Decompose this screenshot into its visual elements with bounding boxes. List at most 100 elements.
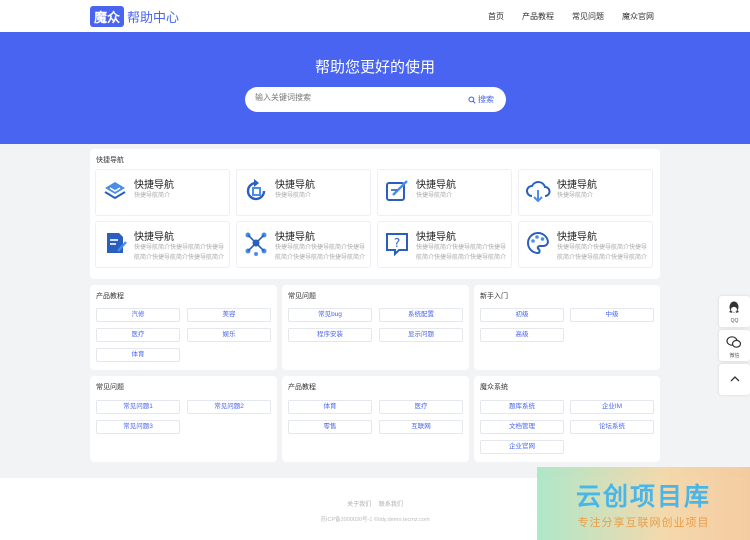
refresh-icon <box>246 179 266 201</box>
wechat-icon <box>726 336 742 348</box>
quick-nav-item-title: 快捷导航 <box>557 180 597 191</box>
quick-nav-item-desc: 快捷导航简介快捷导航简介快捷导航简介快捷导航简介快捷导航简介 <box>557 245 648 261</box>
section-card-system: 魔众系统 题库系统 企业IM 文档管理 论坛系统 企业官网 <box>474 376 660 462</box>
help-icon: ? <box>386 233 408 257</box>
cloud-download-icon <box>526 181 551 203</box>
section-tag[interactable]: 题库系统 <box>480 400 564 414</box>
search-box: 搜索 <box>245 87 506 112</box>
section-tag[interactable]: 系统配置 <box>379 308 463 322</box>
quick-nav-card: 快捷导航 快捷导航 快捷导航简介 快捷导航 快捷导航简介 快捷导航 快捷导航简介… <box>90 149 660 279</box>
quick-nav-item-desc: 快捷导航简介 <box>557 193 594 199</box>
section-title: 魔众系统 <box>480 384 508 391</box>
section-tag[interactable]: 常见问题2 <box>187 400 271 414</box>
quick-nav-item-title: 快捷导航 <box>275 180 315 191</box>
side-tool-wechat[interactable]: 微信 <box>719 330 750 361</box>
logo-text: 帮助中心 <box>127 10 180 25</box>
watermark-overlay: 云创项目库 专注分享互联网创业项目 <box>537 467 750 540</box>
section-tag[interactable]: 文档管理 <box>480 420 564 434</box>
section-tag[interactable]: 初级 <box>480 308 564 322</box>
quick-nav-item[interactable]: 快捷导航 快捷导航简介 <box>518 169 653 216</box>
quick-nav-item-desc: 快捷导航简介 <box>134 193 171 199</box>
search-button-label: 搜索 <box>478 95 494 104</box>
section-tag[interactable]: 常见问题3 <box>96 420 180 434</box>
section-tag[interactable]: 汽修 <box>96 308 180 322</box>
section-card-faq: 常见问题 常见bug 系统配置 程序安装 显示问题 <box>282 285 469 370</box>
section-title: 产品教程 <box>96 293 124 300</box>
section-tag[interactable]: 显示问题 <box>379 328 463 342</box>
nav-item-home[interactable]: 首页 <box>488 11 504 22</box>
section-tag[interactable]: 企业官网 <box>480 440 564 454</box>
section-tag[interactable]: 互联网 <box>379 420 463 434</box>
quick-nav-item[interactable]: 快捷导航 快捷导航简介快捷导航简介快捷导航简介快捷导航简介快捷导航简介 <box>95 221 230 268</box>
nav-item-tutorials[interactable]: 产品教程 <box>522 11 554 22</box>
side-tool-qq[interactable]: QQ <box>719 296 750 327</box>
edit-icon <box>386 180 408 201</box>
svg-text:?: ? <box>394 236 400 250</box>
nav-item-faq[interactable]: 常见问题 <box>572 11 604 22</box>
section-tag[interactable]: 论坛系统 <box>570 420 654 434</box>
footer-link-about[interactable]: 关于我们 <box>347 502 371 508</box>
search-button[interactable]: 搜索 <box>468 94 494 105</box>
footer-link-contact[interactable]: 联系我们 <box>379 502 403 508</box>
section-tag[interactable]: 体育 <box>288 400 372 414</box>
main-nav: 首页 产品教程 常见问题 魔众官网 <box>488 11 654 22</box>
side-tool-wechat-label: 微信 <box>729 353 740 359</box>
back-to-top-button[interactable] <box>719 364 750 395</box>
chevron-up-icon <box>730 376 740 382</box>
section-tag[interactable]: 常见问题1 <box>96 400 180 414</box>
network-icon <box>245 232 267 256</box>
section-tag[interactable]: 医疗 <box>96 328 180 342</box>
section-card-tutorials: 产品教程 汽修 美容 医疗 娱乐 体育 <box>90 285 277 370</box>
section-title: 常见问题 <box>96 384 124 391</box>
quick-nav-item[interactable]: 快捷导航 快捷导航简介 <box>95 169 230 216</box>
quick-nav-item-title: 快捷导航 <box>416 232 456 243</box>
quick-nav-item[interactable]: 快捷导航 快捷导航简介 <box>377 169 512 216</box>
section-title: 常见问题 <box>288 293 316 300</box>
quick-nav-item-desc: 快捷导航简介快捷导航简介快捷导航简介快捷导航简介快捷导航简介 <box>416 245 507 261</box>
palette-icon <box>527 231 550 255</box>
section-title: 新手入门 <box>480 293 508 300</box>
quick-nav-item-title: 快捷导航 <box>134 180 174 191</box>
section-tag[interactable]: 娱乐 <box>187 328 271 342</box>
hero-banner: 帮助您更好的使用 搜索 <box>0 32 750 144</box>
section-tag[interactable]: 常见bug <box>288 308 372 322</box>
section-tag[interactable]: 医疗 <box>379 400 463 414</box>
section-card-faq-2: 常见问题 常见问题1 常见问题2 常见问题3 <box>90 376 277 462</box>
watermark-title: 云创项目库 <box>575 483 711 511</box>
section-tag[interactable]: 高级 <box>480 328 564 342</box>
hero-title: 帮助您更好的使用 <box>314 59 435 76</box>
search-icon <box>468 95 476 104</box>
quick-nav-item-desc: 快捷导航简介快捷导航简介快捷导航简介快捷导航简介快捷导航简介 <box>134 245 225 261</box>
logo-mark: 魔众 <box>90 6 125 27</box>
quick-nav-item-title: 快捷导航 <box>416 180 456 191</box>
top-bar: 魔众 帮助中心 首页 产品教程 常见问题 魔众官网 <box>0 0 750 32</box>
section-card-beginner: 新手入门 初级 中级 高级 <box>474 285 660 370</box>
section-tag[interactable]: 中级 <box>570 308 654 322</box>
side-tool-qq-label: QQ <box>730 318 739 324</box>
quick-nav-item[interactable]: ? 快捷导航 快捷导航简介快捷导航简介快捷导航简介快捷导航简介快捷导航简介 <box>377 221 512 268</box>
quick-nav-title: 快捷导航 <box>96 157 124 164</box>
qq-icon <box>729 301 739 313</box>
section-tag[interactable]: 程序安装 <box>288 328 372 342</box>
section-tag[interactable]: 美容 <box>187 308 271 322</box>
nav-item-official-site[interactable]: 魔众官网 <box>622 11 654 22</box>
quick-nav-item[interactable]: 快捷导航 快捷导航简介快捷导航简介快捷导航简介快捷导航简介快捷导航简介 <box>236 221 371 268</box>
section-tag[interactable]: 企业IM <box>570 400 654 414</box>
quick-nav-item[interactable]: 快捷导航 快捷导航简介快捷导航简介快捷导航简介快捷导航简介快捷导航简介 <box>518 221 653 268</box>
quick-nav-item-title: 快捷导航 <box>134 232 174 243</box>
quick-nav-item-desc: 快捷导航简介快捷导航简介快捷导航简介快捷导航简介快捷导航简介 <box>275 245 366 261</box>
section-card-tutorials-2: 产品教程 体育 医疗 零售 互联网 <box>282 376 469 462</box>
quick-nav-item-desc: 快捷导航简介 <box>416 193 453 199</box>
watermark-subtitle: 专注分享互联网创业项目 <box>577 517 710 529</box>
section-title: 产品教程 <box>288 384 316 391</box>
quick-nav-item-title: 快捷导航 <box>275 232 315 243</box>
section-tag[interactable]: 零售 <box>288 420 372 434</box>
logo[interactable]: 魔众 帮助中心 <box>90 6 179 27</box>
quick-nav-item[interactable]: 快捷导航 快捷导航简介 <box>236 169 371 216</box>
section-tag[interactable]: 体育 <box>96 348 180 362</box>
layers-icon <box>104 182 126 200</box>
quick-nav-item-title: 快捷导航 <box>557 232 597 243</box>
quick-nav-item-desc: 快捷导航简介 <box>275 193 312 199</box>
search-input[interactable] <box>255 93 455 102</box>
document-edit-icon <box>107 233 127 253</box>
